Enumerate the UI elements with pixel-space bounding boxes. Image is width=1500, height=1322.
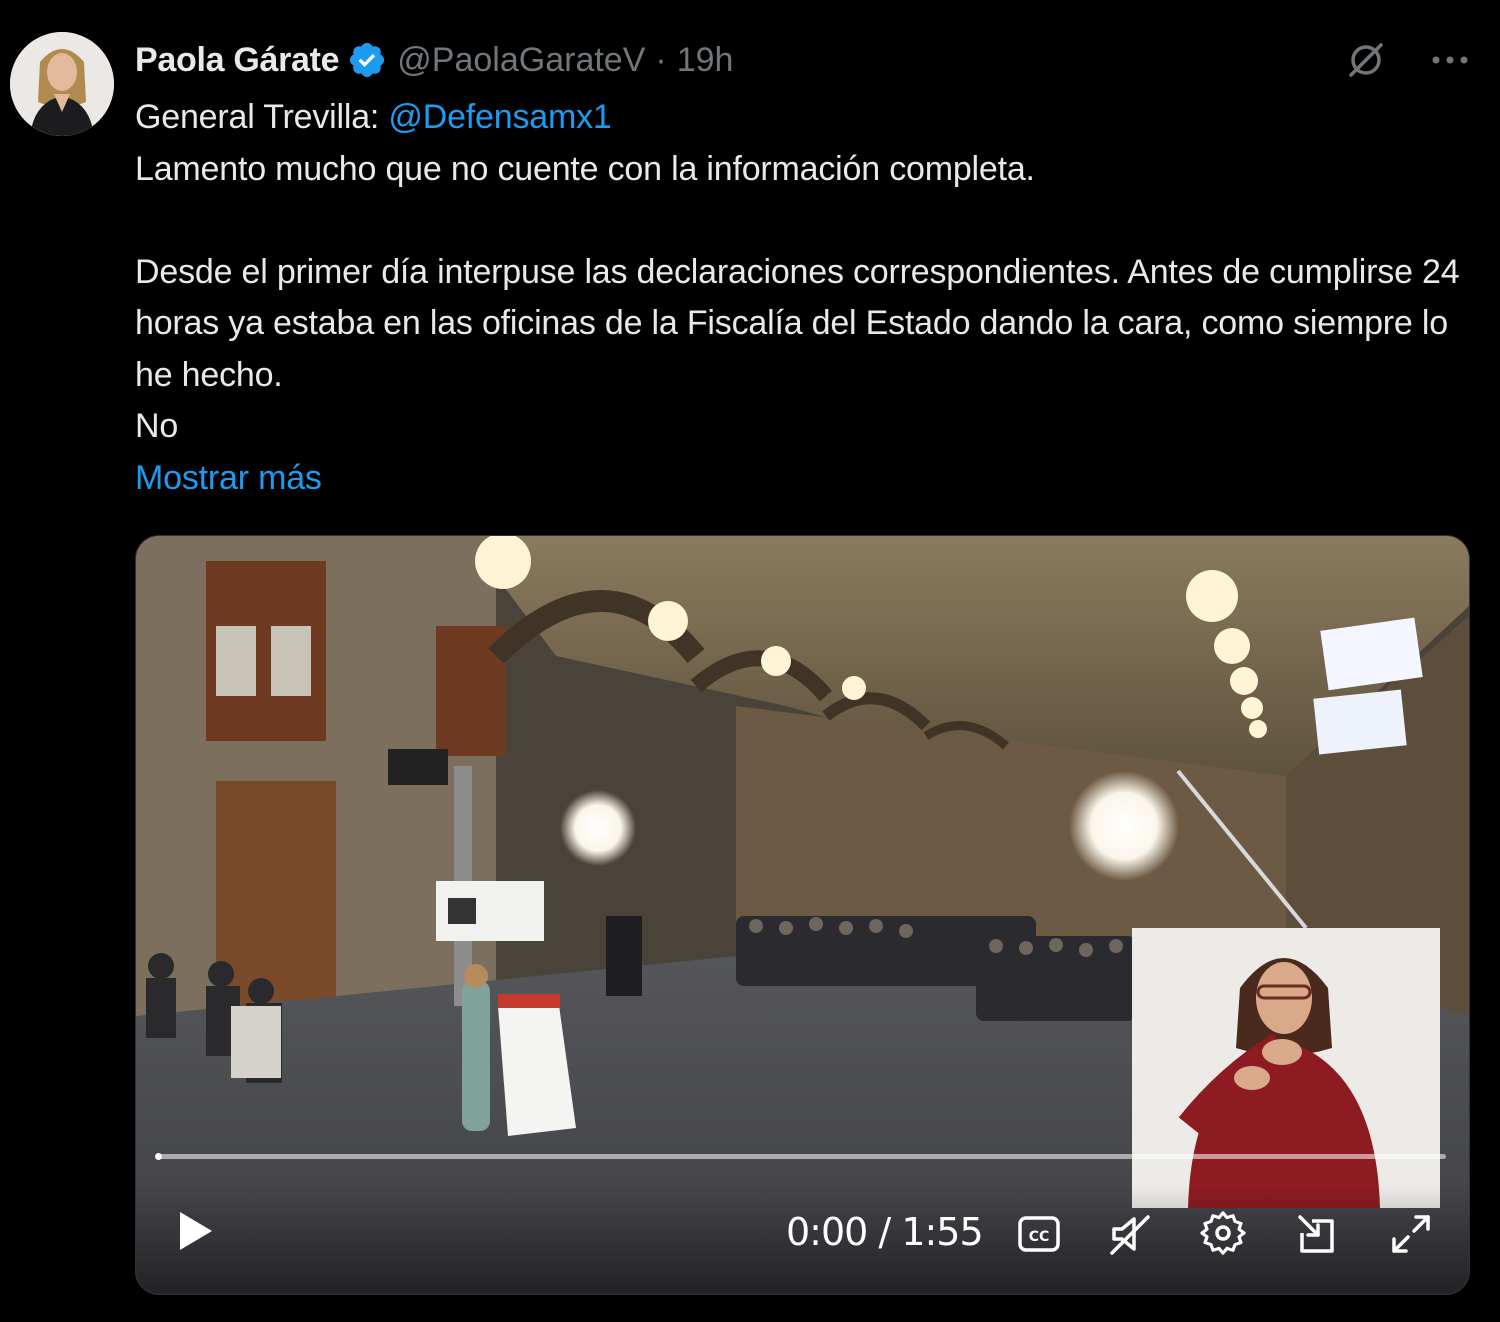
tweet-actions: [1344, 38, 1472, 82]
svg-text:CC: CC: [1029, 1229, 1050, 1245]
tweet-line-1: General Trevilla: @Defensamx1: [135, 92, 1475, 144]
current-time: 0:00: [786, 1210, 868, 1254]
pop-out-icon[interactable]: [1294, 1211, 1340, 1257]
verified-badge-icon[interactable]: [347, 40, 387, 80]
play-icon[interactable]: [174, 1208, 216, 1254]
author-name[interactable]: Paola Gárate: [135, 41, 340, 80]
video-timecode: 0:00 / 1:55: [786, 1210, 984, 1254]
separator-dot: ·: [655, 40, 667, 79]
avatar-image: [10, 32, 114, 136]
time-separator: /: [867, 1210, 902, 1254]
progress-knob[interactable]: [155, 1153, 162, 1160]
settings-icon[interactable]: [1200, 1211, 1246, 1257]
fullscreen-icon[interactable]: [1388, 1211, 1434, 1257]
captions-icon[interactable]: CC: [1016, 1211, 1062, 1257]
more-icon[interactable]: [1428, 38, 1472, 82]
avatar[interactable]: [10, 32, 114, 136]
show-more-link[interactable]: Mostrar más: [135, 453, 1475, 505]
tweet-line-2: Lamento mucho que no cuente con la infor…: [135, 149, 1035, 188]
tweet-line-last: No: [135, 407, 179, 445]
video-player[interactable]: 0:00 / 1:55 CC: [135, 535, 1470, 1295]
tweet-paragraph-2: Desde el primer día interpuse las declar…: [135, 252, 1460, 394]
tweet-time[interactable]: 19h: [677, 41, 734, 80]
mention-link[interactable]: @Defensamx1: [388, 98, 611, 136]
mute-icon[interactable]: [1108, 1211, 1154, 1257]
tweet-text: General Trevilla: @Defensamx1 Lamento mu…: [135, 92, 1475, 504]
interpreter-inset: [1132, 928, 1440, 1208]
duration: 1:55: [901, 1210, 983, 1254]
tweet-header: Paola Gárate @PaolaGarateV · 19h: [135, 36, 733, 84]
video-progress-bar[interactable]: [155, 1153, 1446, 1160]
tweet-prefix: General Trevilla:: [135, 98, 389, 136]
slash-circle-icon[interactable]: [1344, 38, 1388, 82]
author-handle[interactable]: @PaolaGarateV: [397, 41, 645, 80]
